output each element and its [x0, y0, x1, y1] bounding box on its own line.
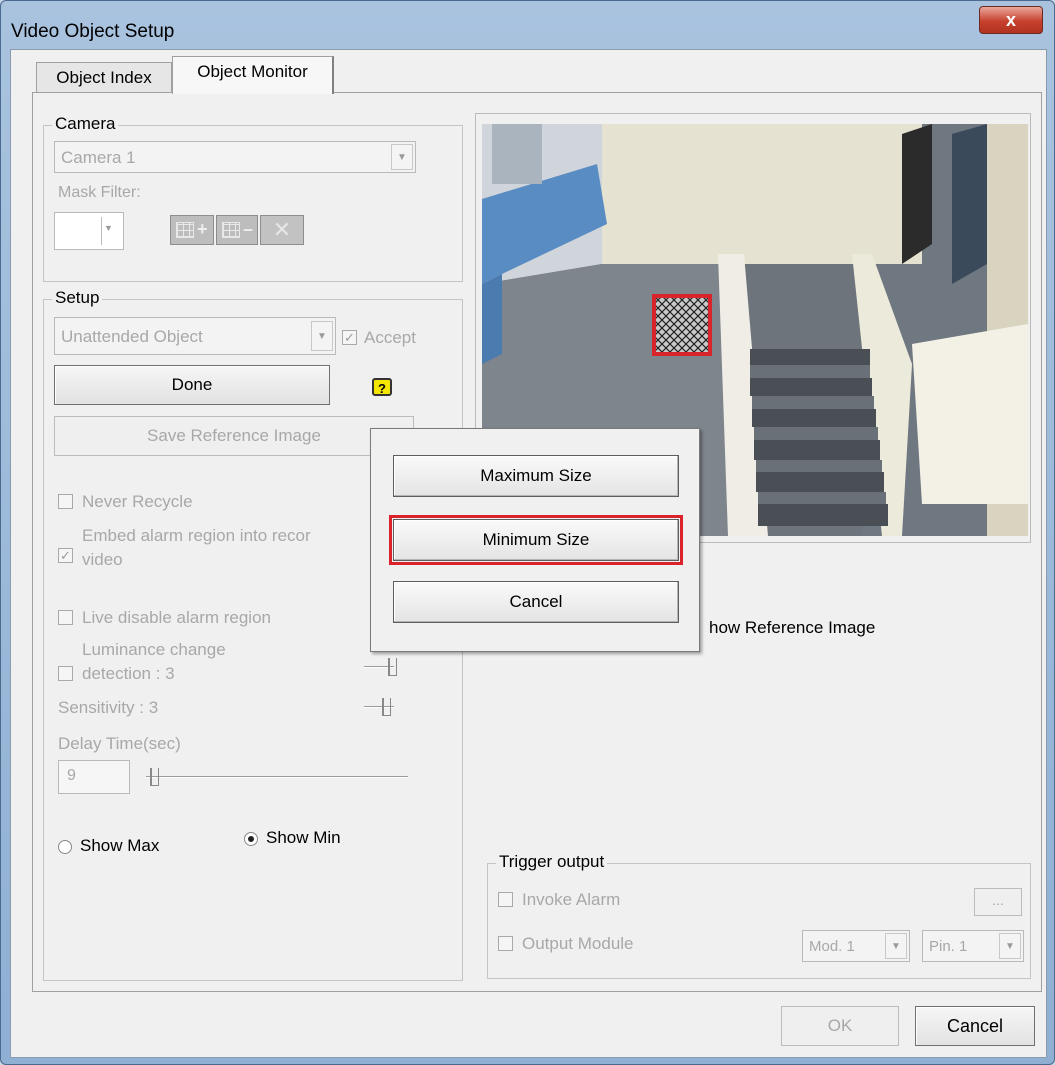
invoke-alarm-label: Invoke Alarm: [522, 890, 621, 909]
never-recycle-label: Never Recycle: [82, 492, 193, 511]
luminance-label-line1: Luminance change: [82, 640, 226, 659]
output-module-checkbox[interactable]: [498, 936, 513, 951]
tab-object-index[interactable]: Object Index: [36, 62, 172, 92]
maximum-size-button[interactable]: Maximum Size: [393, 455, 679, 497]
window-title: Video Object Setup: [11, 21, 175, 42]
close-button[interactable]: x: [979, 6, 1043, 34]
invoke-alarm-checkbox[interactable]: [498, 892, 513, 907]
show-min-radio[interactable]: [244, 832, 258, 846]
done-button[interactable]: Done: [54, 365, 330, 405]
minimum-size-region[interactable]: [652, 294, 712, 356]
luminance-label-line2: detection : 3: [82, 664, 175, 683]
mode-select[interactable]: Unattended Object ▼: [54, 317, 336, 355]
embed-alarm-checkbox[interactable]: ✓: [58, 548, 73, 563]
luminance-checkbox[interactable]: [58, 666, 73, 681]
invoke-alarm-options-button[interactable]: ...: [974, 888, 1022, 916]
trigger-output-label: Trigger output: [496, 852, 608, 872]
show-max-radio[interactable]: [58, 840, 72, 854]
live-disable-checkbox[interactable]: [58, 610, 73, 625]
module-select[interactable]: Mod. 1 ▼: [802, 930, 910, 962]
mask-filter-label: Mask Filter:: [58, 184, 141, 201]
mode-select-value: Unattended Object: [61, 327, 203, 346]
chevron-down-icon[interactable]: ▼: [999, 933, 1021, 959]
cancel-size-button[interactable]: Cancel: [393, 581, 679, 623]
save-reference-image-button[interactable]: Save Reference Image: [54, 416, 414, 456]
accept-label: Accept: [364, 328, 416, 347]
cancel-button[interactable]: Cancel: [915, 1006, 1035, 1046]
minimum-size-button[interactable]: Minimum Size: [393, 519, 679, 561]
delay-time-label: Delay Time(sec): [58, 734, 181, 753]
live-disable-label: Live disable alarm region: [82, 608, 271, 627]
mask-add-icon[interactable]: +: [170, 215, 214, 245]
delay-time-value: 9: [67, 767, 76, 784]
chevron-down-icon[interactable]: ▼: [311, 321, 333, 351]
accept-checkbox[interactable]: ✓: [342, 330, 357, 345]
luminance-slider[interactable]: [364, 658, 404, 678]
tab-object-monitor[interactable]: Object Monitor: [172, 56, 334, 94]
mask-remove-icon[interactable]: –: [216, 215, 258, 245]
camera-select-value: Camera 1: [61, 148, 136, 167]
chevron-down-icon[interactable]: ▼: [101, 217, 115, 245]
show-max-label: Show Max: [80, 836, 160, 855]
pin-select[interactable]: Pin. 1 ▼: [922, 930, 1024, 962]
size-popup-menu: Maximum Size Minimum Size Cancel: [370, 428, 700, 652]
ok-button[interactable]: OK: [781, 1006, 899, 1046]
show-reference-image-label: how Reference Image: [709, 618, 876, 637]
never-recycle-checkbox[interactable]: [58, 494, 73, 509]
embed-alarm-label-line1: Embed alarm region into recor: [82, 526, 311, 545]
help-icon[interactable]: ?: [372, 378, 392, 396]
pin-select-value: Pin. 1: [929, 938, 968, 955]
sensitivity-slider[interactable]: [364, 698, 404, 718]
camera-group: Camera Camera 1 ▼ Mask Filter: ▼ + – ✕: [43, 114, 463, 282]
camera-select[interactable]: Camera 1 ▼: [54, 141, 416, 173]
delay-time-slider[interactable]: [146, 766, 408, 786]
embed-alarm-label-line2: video: [82, 550, 123, 569]
mask-clear-icon[interactable]: ✕: [260, 215, 304, 245]
chevron-down-icon[interactable]: ▼: [391, 144, 413, 170]
mask-filter-select[interactable]: ▼: [54, 212, 124, 250]
trigger-output-group: Trigger output Invoke Alarm ... Output M…: [487, 852, 1031, 979]
camera-group-label: Camera: [52, 114, 119, 134]
delay-time-input[interactable]: 9: [58, 760, 130, 794]
sensitivity-label: Sensitivity : 3: [58, 698, 159, 717]
setup-group-label: Setup: [52, 288, 103, 308]
show-min-label: Show Min: [266, 828, 341, 847]
output-module-label: Output Module: [522, 934, 634, 953]
chevron-down-icon[interactable]: ▼: [885, 933, 907, 959]
module-select-value: Mod. 1: [809, 938, 855, 955]
